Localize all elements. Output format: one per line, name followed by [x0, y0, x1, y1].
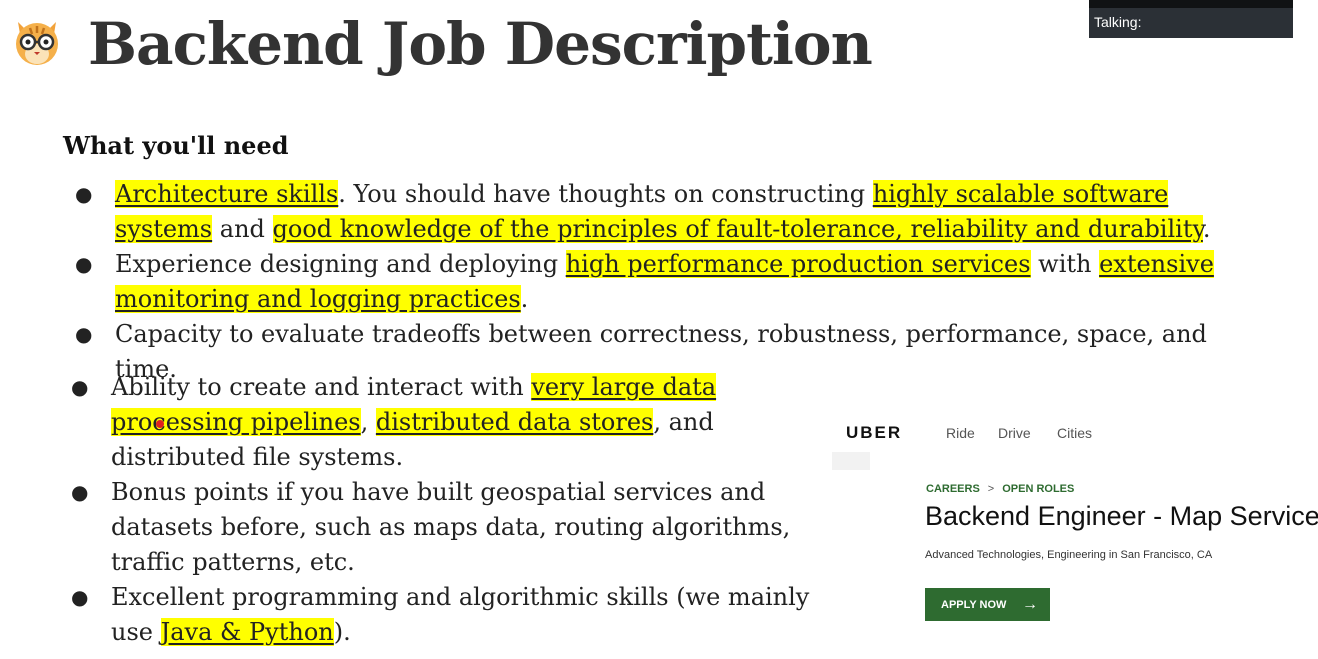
item-text: . You should have thoughts on constructi…: [338, 180, 873, 208]
list-item: ● Excellent programming and algorithmic s…: [71, 580, 831, 650]
item-text: Ability to create and interact with: [111, 373, 532, 401]
search-box[interactable]: [832, 452, 870, 470]
bullet-icon: ●: [71, 480, 89, 504]
apply-now-label: APPLY NOW: [941, 598, 1007, 611]
section-heading: What you'll need: [63, 131, 289, 160]
item-text: .: [1202, 215, 1211, 243]
talking-indicator: Talking:: [1089, 0, 1293, 38]
highlighted-text: distributed data stores: [375, 408, 654, 436]
arrow-right-icon: →: [1022, 595, 1038, 613]
bullet-icon: ●: [75, 252, 93, 276]
requirements-list-top: ● Architecture skills. You should have th…: [75, 177, 1225, 387]
item-text: with: [1030, 250, 1100, 278]
bullet-icon: ●: [75, 182, 93, 206]
bullet-icon: ●: [71, 375, 89, 399]
breadcrumb-careers[interactable]: CAREERS: [926, 483, 980, 495]
list-item: ● Ability to create and interact with ver…: [71, 370, 831, 475]
item-text: and: [212, 215, 273, 243]
item-text: ,: [360, 408, 376, 436]
breadcrumb-separator: >: [987, 483, 995, 495]
nav-link-ride[interactable]: Ride: [946, 425, 975, 441]
highlighted-text: Architecture skills: [115, 180, 339, 208]
uber-logo[interactable]: UBER: [846, 423, 902, 443]
highlighted-text: good knowledge of the principles of faul…: [272, 215, 1203, 243]
breadcrumb: CAREERS > OPEN ROLES: [926, 483, 1074, 495]
item-text: Bonus points if you have built geospatia…: [111, 478, 791, 576]
job-title: Backend Engineer - Map Services: [925, 501, 1318, 531]
requirements-list-bottom: ● Ability to create and interact with ver…: [71, 370, 831, 650]
page-title: Backend Job Description: [88, 10, 873, 78]
item-text: .: [520, 285, 529, 313]
bullet-icon: ●: [75, 322, 93, 346]
nav-link-drive[interactable]: Drive: [998, 425, 1031, 441]
item-text: Experience designing and deploying: [115, 250, 566, 278]
nav-link-cities[interactable]: Cities: [1057, 425, 1092, 441]
apply-now-button[interactable]: APPLY NOW →: [925, 588, 1050, 621]
pointer-cursor-icon: [156, 420, 164, 428]
bullet-icon: ●: [71, 585, 89, 609]
list-item: ● Bonus points if you have built geospati…: [71, 475, 831, 580]
list-item: ● Experience designing and deploying high…: [75, 247, 1225, 317]
list-item: ● Architecture skills. You should have th…: [75, 177, 1225, 247]
job-subtitle: Advanced Technologies, Engineering in Sa…: [925, 549, 1213, 561]
highlighted-text: Java & Python: [160, 618, 334, 646]
breadcrumb-open-roles[interactable]: OPEN ROLES: [1002, 483, 1074, 495]
tiger-logo-icon: [16, 22, 58, 65]
item-text: ).: [333, 618, 351, 646]
highlighted-text: high performance production services: [565, 250, 1031, 278]
